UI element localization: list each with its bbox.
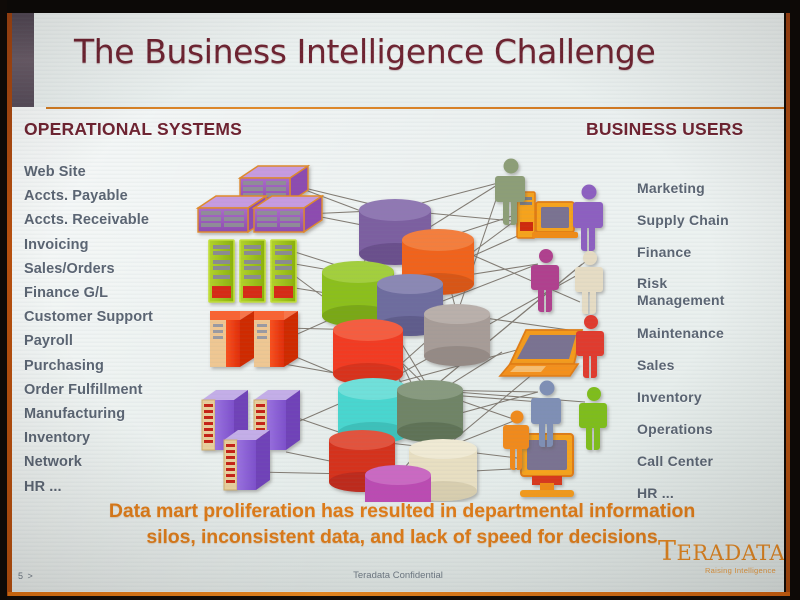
list-item: Marketing: [637, 180, 705, 196]
server-purple-tower-3: [223, 430, 270, 491]
user-figure-green: [579, 387, 607, 450]
list-item: Inventory: [637, 389, 702, 405]
user-figure-violet: [573, 184, 603, 251]
data-mart-orchid: [365, 465, 431, 502]
title-accent-bar: [12, 12, 34, 107]
list-item: Operations: [637, 421, 713, 437]
photo-band-bottom: [0, 596, 800, 600]
server-group-purple-towers: [201, 390, 300, 491]
logo-tagline: Raising Intelligence: [704, 566, 776, 575]
data-mart-red: [333, 319, 403, 385]
data-mart-gray: [424, 304, 490, 366]
business-users-header: BUSINESS USERS: [586, 119, 744, 139]
server-red-tower-1: [210, 311, 254, 367]
list-item: Finance: [637, 244, 692, 260]
server-group-red-towers: [210, 311, 298, 367]
title-plate: The Business Intelligence Challenge: [34, 12, 784, 107]
data-mart-proliferation-diagram: [180, 152, 620, 502]
list-item-line: Management: [637, 292, 725, 308]
business-users-list: Marketing Supply Chain Finance Risk Mana…: [637, 172, 784, 509]
data-mart-olive: [397, 380, 463, 442]
teradata-logo: TERADATA Raising Intelligence: [658, 538, 784, 575]
list-item-risk-management: Risk Management: [637, 268, 784, 317]
photo-band-right: [790, 0, 800, 600]
list-item: Call Center: [637, 453, 714, 469]
list-item-line: Risk: [637, 275, 668, 291]
photo-band-left: [0, 0, 7, 600]
logo-initial: T: [658, 536, 677, 567]
server-purple-box-right: [251, 194, 325, 234]
list-item: Supply Chain: [637, 212, 729, 228]
presentation-slide: The Business Intelligence Challenge OPER…: [12, 12, 784, 595]
list-item: Maintenance: [637, 325, 724, 341]
list-item: Sales: [637, 357, 675, 373]
server-green-rack-1: [208, 239, 235, 303]
server-group-green-racks: [208, 239, 297, 303]
server-green-rack-2: [239, 239, 266, 303]
server-red-tower-2: [254, 311, 298, 367]
photo-band-top: [0, 0, 800, 13]
caption-line-1: Data mart proliferation has resulted in …: [108, 500, 696, 522]
logo-wordmark: TERADATA: [658, 538, 784, 565]
server-group-purple-boxes: [195, 164, 325, 234]
logo-remainder: ERADATA: [676, 541, 784, 565]
desktop-computer-icon: [516, 191, 578, 239]
photographed-slide-frame: The Business Intelligence Challenge OPER…: [0, 0, 800, 600]
user-figure-red: [576, 315, 604, 378]
operational-systems-header: OPERATIONAL SYSTEMS: [24, 119, 243, 139]
laptop-computer-icon: [498, 329, 584, 377]
title-divider-rule: [46, 107, 784, 109]
user-figure-cream: [575, 251, 603, 314]
server-green-rack-3: [270, 239, 297, 303]
page-title: The Business Intelligence Challenge: [74, 32, 656, 71]
